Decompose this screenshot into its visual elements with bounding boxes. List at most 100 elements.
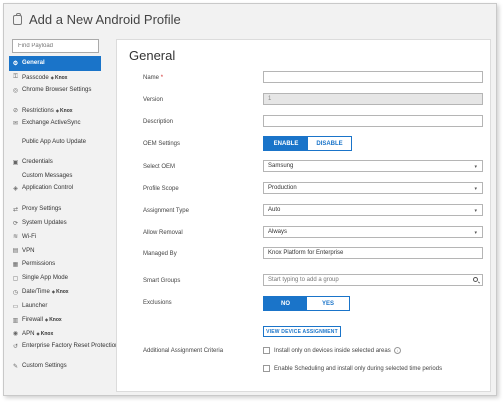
sidebar-item-custom-messages[interactable]: Custom Messages [9, 170, 101, 184]
select-oem-dropdown[interactable]: Samsung ▾ [263, 160, 483, 172]
sidebar-item-application-control[interactable]: ◈ Application Control [9, 183, 101, 202]
sidebar-item-launcher[interactable]: ▭ Launcher [9, 299, 101, 313]
allow-removal-label: Allow Removal [143, 230, 183, 236]
name-label: Name * [143, 75, 163, 81]
sidebar-item-label: Enterprise Factory Reset Protection [22, 341, 119, 349]
sidebar-item-single-app-mode[interactable]: ▢ Single App Mode [9, 272, 101, 286]
managed-by-label: Managed By [143, 251, 177, 257]
exclusions-yes-button[interactable]: YES [307, 297, 349, 310]
sidebar-item-label: Restrictions [22, 106, 54, 114]
knox-badge: Knox [52, 289, 69, 295]
sidebar-item-exchange-activesync[interactable]: ✉ Exchange ActiveSync [9, 118, 101, 137]
sidebar-item-firewall[interactable]: ▥FirewallKnox [9, 313, 101, 327]
sidebar-item-custom-settings[interactable]: ✎ Custom Settings [9, 360, 101, 374]
sidebar-item-label: Custom Settings [22, 362, 67, 370]
sidebar-item-credentials[interactable]: ▣ Credentials [9, 156, 101, 170]
find-payload-input[interactable] [12, 39, 99, 53]
knox-badge: Knox [45, 317, 62, 323]
restrictions-icon: ⊘ [12, 108, 19, 115]
managed-by-field[interactable]: Knox Platform for Enterprise [263, 247, 483, 259]
info-icon[interactable]: i [393, 347, 401, 354]
name-label-text: Name [143, 75, 160, 81]
additional-criteria-label: Additional Assignment Criteria [143, 348, 224, 354]
section-title: General [129, 48, 176, 63]
scheduling-label: Enable Scheduling and install only durin… [274, 365, 443, 372]
sidebar-item-label: Single App Mode [22, 274, 69, 282]
version-field: 1 [263, 93, 483, 105]
chevron-down-icon: ▾ [474, 164, 477, 170]
sidebar-item-proxy-settings[interactable]: ⇄ Proxy Settings [9, 202, 101, 216]
sidebar-item-chrome-browser-settings[interactable]: ◎ Chrome Browser Settings [9, 85, 101, 104]
exclusions-toggle: NO YES [263, 296, 350, 311]
credentials-icon: ▣ [12, 160, 19, 167]
oem-disable-button[interactable]: DISABLE [308, 137, 351, 150]
oem-settings-label: OEM Settings [143, 141, 181, 147]
sidebar-item-public-app-auto-update[interactable]: Public App Auto Update [9, 137, 101, 156]
scheduling-option: Enable Scheduling and install only durin… [263, 365, 442, 372]
sidebar-item-date-time[interactable]: ◷Date/TimeKnox [9, 285, 101, 299]
apn-icon: ◉ [12, 331, 19, 338]
sidebar-item-label: Wi-Fi [22, 232, 37, 240]
profile-scope-dropdown[interactable]: Production ▾ [263, 182, 483, 194]
inside-areas-checkbox[interactable] [263, 347, 270, 354]
sidebar-item-system-updates[interactable]: ⟳ System Updates [9, 216, 101, 230]
sidebar-item-label: Credentials [22, 158, 53, 166]
knox-badge: Knox [51, 75, 68, 81]
name-field[interactable] [263, 71, 483, 83]
knox-badge: Knox [37, 331, 54, 337]
sidebar-item-label: Date/Time [22, 288, 50, 296]
proxy-icon: ⇄ [12, 206, 19, 213]
sidebar-item-label: System Updates [22, 218, 67, 226]
version-label: Version [143, 97, 164, 103]
sidebar-item-permissions[interactable]: ▦ Permissions [9, 258, 101, 272]
exclusions-no-button[interactable]: NO [264, 297, 307, 310]
sidebar-item-label: Chrome Browser Settings [22, 85, 92, 93]
custom-settings-icon: ✎ [12, 364, 19, 371]
launcher-icon: ▭ [12, 303, 19, 310]
date-time-icon: ◷ [12, 289, 19, 296]
sidebar-item-apn[interactable]: ◉APNKnox [9, 327, 101, 341]
assignment-type-label: Assignment Type [143, 208, 189, 214]
single-app-icon: ▢ [12, 276, 19, 283]
sidebar-item-wi-fi[interactable]: ≋ Wi-Fi [9, 230, 101, 244]
general-icon: ⚙ [12, 61, 19, 67]
sidebar-item-label: Public App Auto Update [22, 137, 87, 145]
chevron-down-icon: ▾ [474, 208, 477, 214]
general-panel: General Name * Version 1 Description OEM… [116, 39, 491, 392]
sidebar-item-label: APN [22, 329, 35, 337]
oem-enable-button[interactable]: ENABLE [264, 137, 308, 150]
view-device-assignment-button[interactable]: VIEW DEVICE ASSIGNMENT [263, 326, 341, 337]
search-icon[interactable] [473, 277, 478, 282]
inside-areas-label: Install only on devices inside selected … [274, 347, 391, 354]
payload-list: ⚙General⚿PasscodeKnox◎Chrome Browser Set… [9, 56, 119, 374]
allow-removal-dropdown[interactable]: Always ▾ [263, 226, 483, 238]
scheduling-checkbox[interactable] [263, 365, 270, 372]
sidebar-item-passcode[interactable]: ⚿ PasscodeKnox [9, 71, 101, 85]
exchange-icon: ✉ [12, 120, 19, 127]
payload-sidebar: ⚙General⚿PasscodeKnox◎Chrome Browser Set… [9, 37, 119, 395]
sidebar-item-vpn[interactable]: ▤ VPN [9, 244, 101, 258]
smart-groups-input[interactable]: Start typing to add a group [263, 274, 483, 286]
sidebar-item-label: Exchange ActiveSync [22, 118, 81, 126]
select-oem-label: Select OEM [143, 164, 176, 170]
firewall-icon: ▥ [12, 317, 19, 324]
sidebar-item-general[interactable]: ⚙ General [9, 56, 101, 71]
exclusions-label: Exclusions [143, 300, 172, 306]
sidebar-item-enterprise-factory-reset-protection[interactable]: ↺ Enterprise Factory Reset Protection [9, 341, 119, 360]
sidebar-item-label: Launcher [22, 301, 48, 309]
description-field[interactable] [263, 115, 483, 127]
inside-areas-option: Install only on devices inside selected … [263, 347, 401, 354]
assignment-type-dropdown[interactable]: Auto ▾ [263, 204, 483, 216]
wifi-icon: ≋ [12, 234, 19, 241]
sidebar-item-label: Permissions [22, 260, 56, 268]
profile-scope-value: Production [268, 185, 297, 191]
window-frame: Add a New Android Profile ⚙General⚿Passc… [3, 3, 497, 396]
sidebar-item-label: VPN [22, 246, 35, 254]
vpn-icon: ▤ [12, 248, 19, 255]
sidebar-item-label: Firewall [22, 315, 43, 323]
sidebar-item-restrictions[interactable]: ⊘RestrictionsKnox [9, 104, 101, 118]
select-oem-value: Samsung [268, 163, 294, 169]
profile-scope-label: Profile Scope [143, 186, 179, 192]
chevron-down-icon: ▾ [474, 186, 477, 192]
smart-groups-label: Smart Groups [143, 278, 181, 284]
